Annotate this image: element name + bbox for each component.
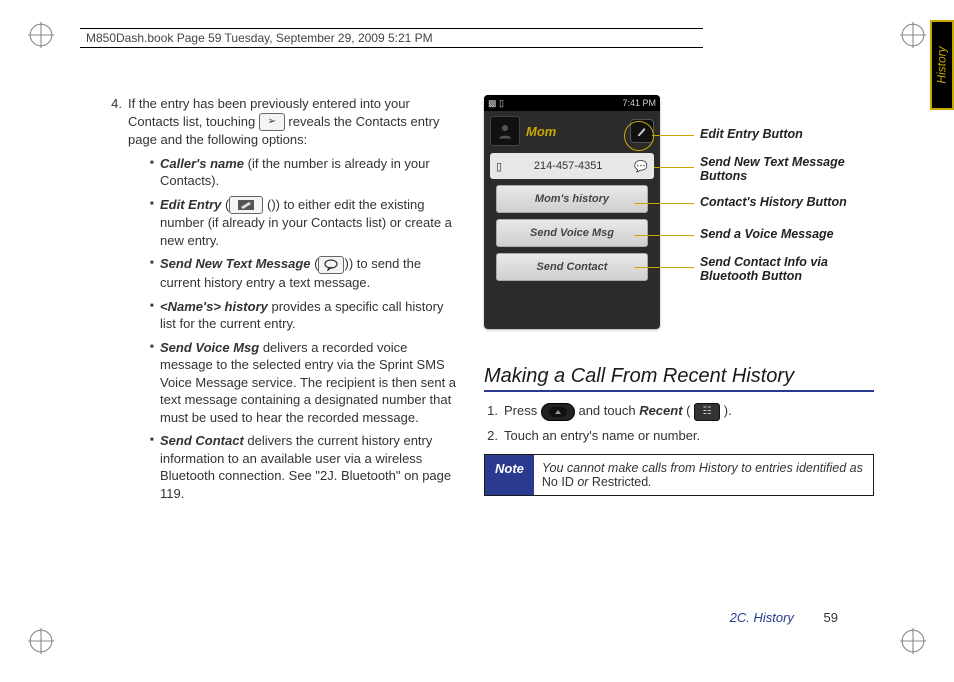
phone-item-contact[interactable]: Send Contact bbox=[496, 253, 648, 281]
callout-voice: Send a Voice Message bbox=[700, 227, 880, 241]
speech-bubble-icon[interactable]: 💬 bbox=[634, 160, 648, 173]
note-box: Note You cannot make calls from History … bbox=[484, 454, 874, 496]
leader-line bbox=[634, 235, 694, 236]
bullet-callers-name: Caller's name (if the number is already … bbox=[150, 155, 460, 190]
note-label: Note bbox=[485, 455, 534, 495]
expand-arrow-icon: ➢ bbox=[259, 113, 285, 131]
leader-line bbox=[652, 135, 694, 136]
section-heading: Making a Call From Recent History bbox=[484, 365, 874, 392]
phone-number-row[interactable]: ▯ 214-457-4351 💬 bbox=[490, 153, 654, 179]
bullet-send-contact: Send Contact delivers the current histor… bbox=[150, 432, 460, 502]
leader-line bbox=[654, 167, 694, 168]
signal-icon: ▩ ▯ bbox=[488, 98, 504, 109]
callout-history: Contact's History Button bbox=[700, 195, 880, 209]
print-header: M850Dash.book Page 59 Tuesday, September… bbox=[80, 28, 703, 48]
step-text: Press and touch Recent ( ☷ ). bbox=[504, 402, 732, 421]
page-footer: 2C. History 59 bbox=[730, 610, 838, 625]
callout-send-contact: Send Contact Info via Bluetooth Button bbox=[700, 255, 880, 283]
note-body: You cannot make calls from History to en… bbox=[534, 455, 873, 495]
section-tab-history: History bbox=[930, 20, 954, 110]
step-number: 4. bbox=[108, 95, 122, 509]
right-column: ▩ ▯ 7:41 PM Mom ▯ 214-457-4351 💬 Mo bbox=[484, 95, 874, 515]
page-number: 59 bbox=[824, 610, 838, 625]
phone-status-bar: ▩ ▯ 7:41 PM bbox=[484, 95, 660, 111]
footer-section: 2C. History bbox=[730, 610, 794, 625]
crop-mark-icon bbox=[900, 628, 926, 654]
step-number: 1. bbox=[484, 402, 498, 421]
crop-mark-icon bbox=[28, 628, 54, 654]
home-key-icon bbox=[541, 403, 575, 421]
phone-clock: 7:41 PM bbox=[622, 98, 656, 108]
step-number: 2. bbox=[484, 427, 498, 445]
pencil-icon bbox=[229, 196, 263, 214]
crop-mark-icon bbox=[900, 22, 926, 48]
bullet-send-voice: Send Voice Msg delivers a recorded voice… bbox=[150, 339, 460, 427]
avatar-icon bbox=[490, 116, 520, 146]
leader-line bbox=[634, 267, 694, 268]
highlight-ring-icon bbox=[624, 121, 654, 151]
crop-mark-icon bbox=[28, 22, 54, 48]
mobile-icon: ▯ bbox=[496, 160, 502, 173]
step-text: Touch an entry's name or number. bbox=[504, 427, 700, 445]
bullet-name-history: <Name's> history provides a specific cal… bbox=[150, 298, 460, 333]
phone-item-history[interactable]: Mom's history bbox=[496, 185, 648, 213]
speech-bubble-icon bbox=[318, 256, 344, 274]
step-text: If the entry has been previously entered… bbox=[128, 95, 460, 509]
recent-tab-icon: ☷ bbox=[694, 403, 720, 421]
bullet-edit-entry: Edit Entry ( ()) to either edit the exis… bbox=[150, 196, 460, 250]
callout-edit-entry: Edit Entry Button bbox=[700, 127, 880, 141]
left-column: 4. If the entry has been previously ente… bbox=[108, 95, 460, 515]
callout-send-text: Send New Text Message Buttons bbox=[700, 155, 880, 183]
phone-number: 214-457-4351 bbox=[534, 160, 603, 172]
contact-title: Mom bbox=[526, 124, 624, 139]
bullet-send-text: Send New Text Message ()) to send the cu… bbox=[150, 255, 460, 291]
leader-line bbox=[634, 203, 694, 204]
phone-item-voice[interactable]: Send Voice Msg bbox=[496, 219, 648, 247]
